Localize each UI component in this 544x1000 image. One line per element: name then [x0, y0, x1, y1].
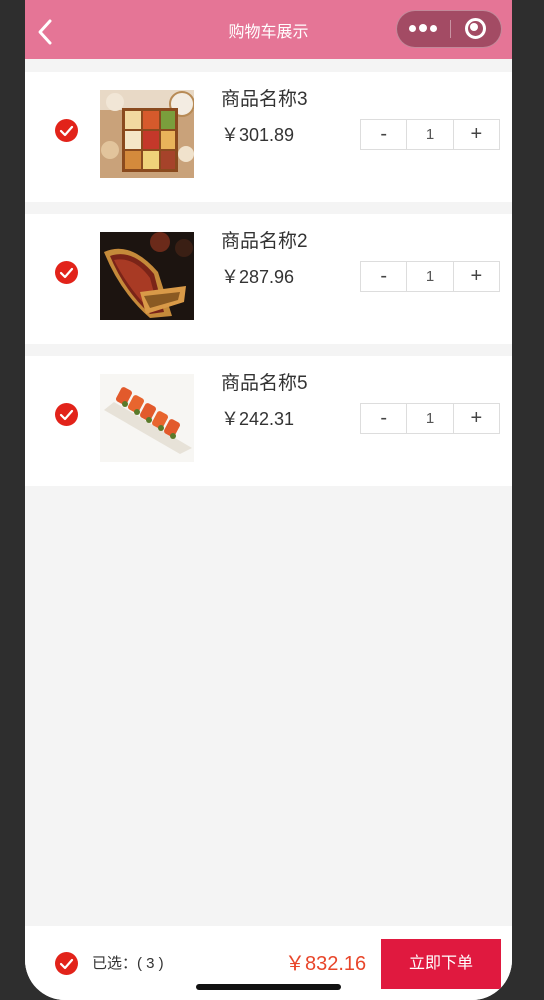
- quantity-value[interactable]: 1: [406, 120, 454, 149]
- cart-item: 商品名称2 ￥287.96 - 1 +: [25, 214, 512, 344]
- quantity-stepper: - 1 +: [360, 119, 500, 150]
- quantity-value[interactable]: 1: [406, 404, 454, 433]
- decrease-button[interactable]: -: [361, 262, 406, 291]
- item-price: ￥301.89: [221, 125, 295, 145]
- grilled-sandwich-image[interactable]: [100, 232, 194, 320]
- mini-program-capsule: [396, 10, 502, 48]
- item-price: ￥287.96: [221, 267, 295, 287]
- increase-button[interactable]: +: [454, 120, 499, 149]
- select-all-checked-icon[interactable]: [55, 952, 78, 975]
- cart-list: 商品名称3 ￥301.89 - 1 + 商品名称2 ￥287.96 - 1 + …: [25, 72, 512, 498]
- item-price: ￥242.31: [221, 409, 295, 429]
- phone-screen: 购物车展示 商品名称3 ￥301.89 - 1 + 商品名称2 ￥287.96 …: [25, 0, 512, 1000]
- more-menu-icon[interactable]: [397, 11, 450, 47]
- selected-count-label: 已选：( 3 ): [92, 955, 164, 972]
- sushi-roll-image[interactable]: [100, 374, 194, 462]
- decrease-button[interactable]: -: [361, 404, 406, 433]
- item-name: 商品名称3: [221, 89, 308, 110]
- item-checkbox-checked-icon[interactable]: [55, 261, 78, 284]
- item-checkbox-checked-icon[interactable]: [55, 403, 78, 426]
- quantity-value[interactable]: 1: [406, 262, 454, 291]
- home-indicator: [196, 984, 341, 990]
- place-order-button[interactable]: 立即下单: [381, 939, 501, 989]
- decrease-button[interactable]: -: [361, 120, 406, 149]
- item-checkbox-checked-icon[interactable]: [55, 119, 78, 142]
- total-price: ￥832.16: [285, 953, 367, 975]
- increase-button[interactable]: +: [454, 262, 499, 291]
- quantity-stepper: - 1 +: [360, 403, 500, 434]
- item-name: 商品名称2: [221, 231, 308, 252]
- bento-box-image[interactable]: [100, 90, 194, 178]
- cart-item: 商品名称5 ￥242.31 - 1 +: [25, 356, 512, 486]
- close-mini-program-icon[interactable]: [451, 11, 502, 47]
- cart-item: 商品名称3 ￥301.89 - 1 +: [25, 72, 512, 202]
- item-name: 商品名称5: [221, 373, 308, 394]
- navigation-bar: 购物车展示: [25, 0, 512, 59]
- quantity-stepper: - 1 +: [360, 261, 500, 292]
- increase-button[interactable]: +: [454, 404, 499, 433]
